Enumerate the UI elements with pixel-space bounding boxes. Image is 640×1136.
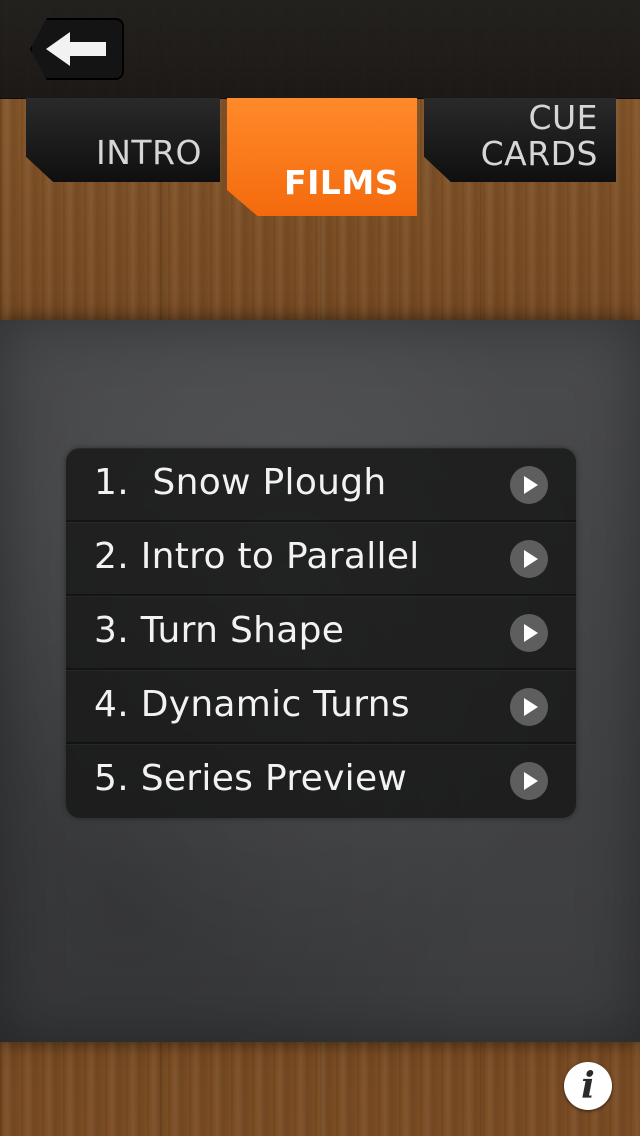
play-icon[interactable]	[510, 762, 548, 800]
film-item-label: 1. Snow Plough	[94, 462, 387, 503]
tab-intro[interactable]: INTRO	[26, 98, 220, 182]
film-item-snow-plough[interactable]: 1. Snow Plough	[66, 448, 576, 522]
back-arrow-icon	[46, 32, 106, 66]
film-item-label: 3. Turn Shape	[94, 610, 345, 651]
info-label: i	[581, 1065, 595, 1107]
tab-cue-cards[interactable]: CUE CARDS	[424, 98, 616, 182]
play-icon[interactable]	[510, 614, 548, 652]
info-icon[interactable]: i	[564, 1062, 612, 1110]
film-item-label: 2. Intro to Parallel	[94, 536, 420, 577]
tab-intro-label: INTRO	[96, 133, 202, 172]
back-button[interactable]	[30, 18, 124, 80]
film-item-label: 4. Dynamic Turns	[94, 684, 410, 725]
top-bar	[0, 0, 640, 99]
film-item-turn-shape[interactable]: 3. Turn Shape	[66, 596, 576, 670]
play-icon[interactable]	[510, 466, 548, 504]
film-item-intro-to-parallel[interactable]: 2. Intro to Parallel	[66, 522, 576, 596]
tab-films-label: FILMS	[284, 163, 399, 202]
play-icon[interactable]	[510, 688, 548, 726]
film-item-series-preview[interactable]: 5. Series Preview	[66, 744, 576, 818]
films-list: 1. Snow Plough 2. Intro to Parallel 3. T…	[66, 448, 576, 818]
tab-films[interactable]: FILMS	[227, 98, 417, 216]
film-item-label: 5. Series Preview	[94, 758, 408, 799]
tab-cue-cards-label: CUE CARDS	[480, 98, 598, 173]
film-item-dynamic-turns[interactable]: 4. Dynamic Turns	[66, 670, 576, 744]
play-icon[interactable]	[510, 540, 548, 578]
